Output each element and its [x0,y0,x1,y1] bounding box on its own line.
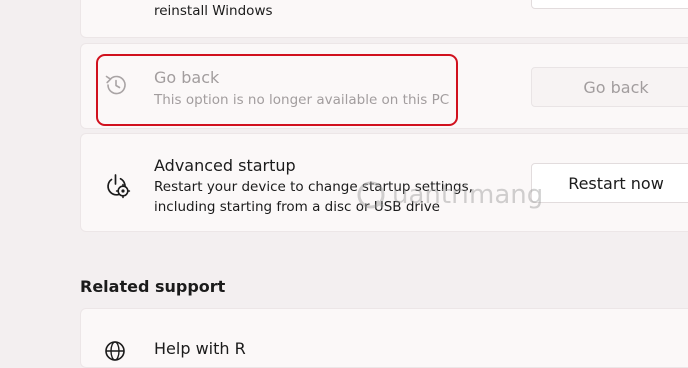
help-with-label: Help with R [154,339,246,358]
help-with-card[interactable]: Help with R [80,308,688,368]
go-back-button[interactable]: Go back [531,67,688,107]
watermark: uantrimang [356,180,543,210]
restart-now-button[interactable]: Restart now [531,163,688,203]
power-gear-icon [107,174,131,199]
globe-icon [105,341,125,361]
reset-pc-card: reinstall Windows [80,0,688,38]
highlight-annotation [96,54,458,126]
advanced-startup-title: Advanced startup [154,156,296,175]
reset-pc-button[interactable] [531,0,688,9]
watermark-text: uantrimang [392,180,544,210]
reset-pc-description: reinstall Windows [154,3,273,19]
watermark-logo [357,181,385,209]
related-support-heading: Related support [80,277,226,296]
